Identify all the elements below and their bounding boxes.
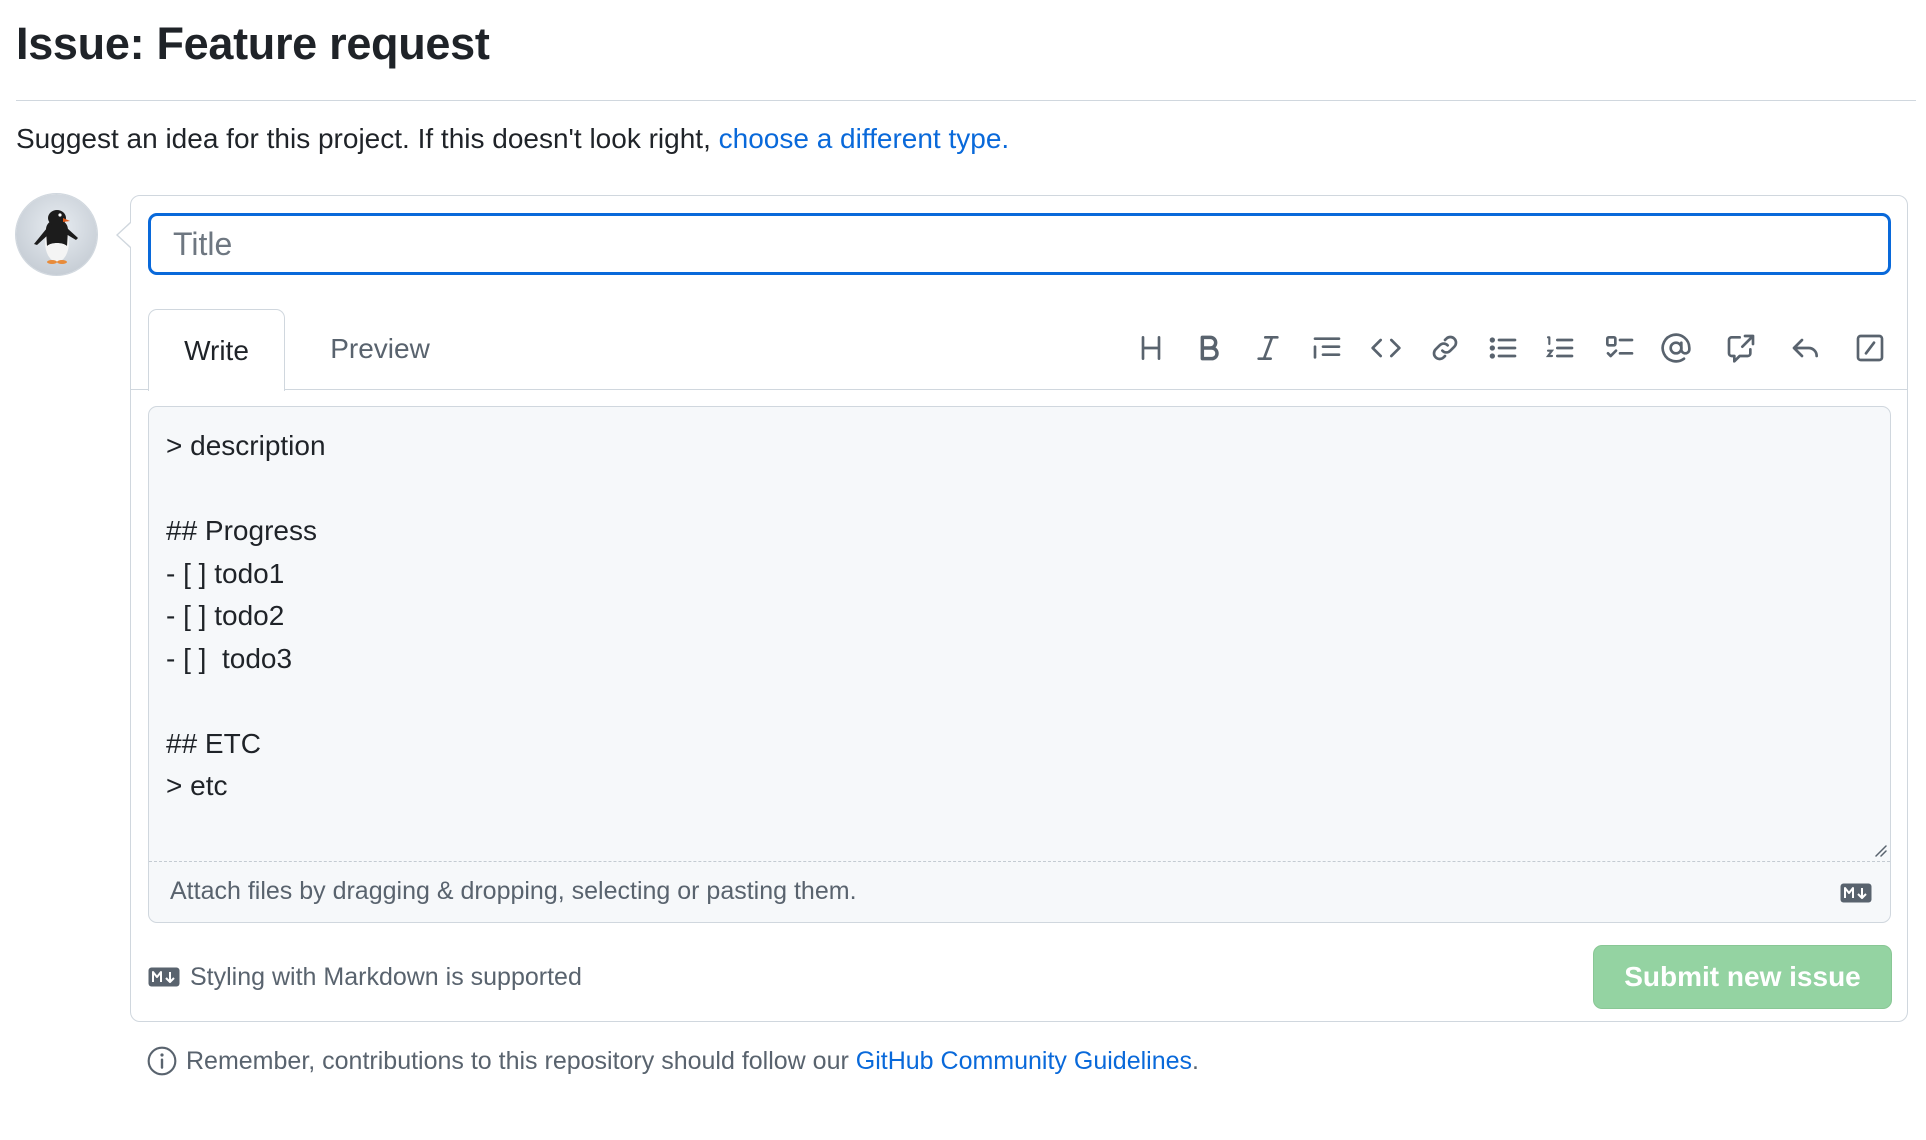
markdown-note-text: Styling with Markdown is supported <box>190 962 582 991</box>
markdown-supported-note[interactable]: Styling with Markdown is supported <box>148 962 582 992</box>
unordered-list-icon[interactable] <box>1481 326 1525 370</box>
quote-icon[interactable] <box>1305 326 1349 370</box>
attach-files-hint[interactable]: Attach files by dragging & dropping, sel… <box>170 877 857 906</box>
title-divider <box>16 100 1916 101</box>
markdown-icon <box>148 967 180 987</box>
tabs-divider <box>131 389 1907 390</box>
cross-reference-icon[interactable] <box>1719 326 1763 370</box>
info-icon <box>147 1046 177 1076</box>
penguin-avatar-image <box>16 194 97 275</box>
footer-text: Remember, contributions to this reposito… <box>186 1046 856 1075</box>
slash-command-icon[interactable] <box>1848 326 1892 370</box>
community-guidelines-note: Remember, contributions to this reposito… <box>146 1044 1199 1078</box>
title-input[interactable] <box>148 213 1891 275</box>
heading-icon[interactable] <box>1129 326 1173 370</box>
tab-preview[interactable]: Preview <box>300 309 460 389</box>
page-title: Issue: Feature request <box>16 18 490 69</box>
ordered-list-icon[interactable] <box>1538 326 1582 370</box>
avatar <box>15 193 98 276</box>
form-caret <box>118 223 131 247</box>
code-icon[interactable] <box>1364 326 1408 370</box>
choose-different-type-link[interactable]: choose a different type. <box>719 123 1010 154</box>
reply-icon[interactable] <box>1784 326 1828 370</box>
bold-icon[interactable] <box>1187 326 1231 370</box>
markdown-icon <box>1840 883 1872 903</box>
comment-body-editor[interactable]: > description ## Progress - [ ] todo1 - … <box>148 406 1891 923</box>
subtitle-text: Suggest an idea for this project. If thi… <box>16 123 719 154</box>
comment-body-text[interactable]: > description ## Progress - [ ] todo1 - … <box>166 425 326 808</box>
community-guidelines-link[interactable]: GitHub Community Guidelines <box>856 1047 1192 1075</box>
resize-handle-icon[interactable] <box>1873 843 1887 857</box>
mention-icon[interactable] <box>1654 326 1698 370</box>
submit-new-issue-button[interactable]: Submit new issue <box>1593 945 1892 1009</box>
attachment-divider <box>149 861 1890 862</box>
tasklist-icon[interactable] <box>1598 326 1642 370</box>
footer-suffix: . <box>1192 1046 1199 1075</box>
link-icon[interactable] <box>1423 326 1467 370</box>
tab-write[interactable]: Write <box>148 309 285 391</box>
issue-template-description: Suggest an idea for this project. If thi… <box>16 123 1009 155</box>
italic-icon[interactable] <box>1246 326 1290 370</box>
